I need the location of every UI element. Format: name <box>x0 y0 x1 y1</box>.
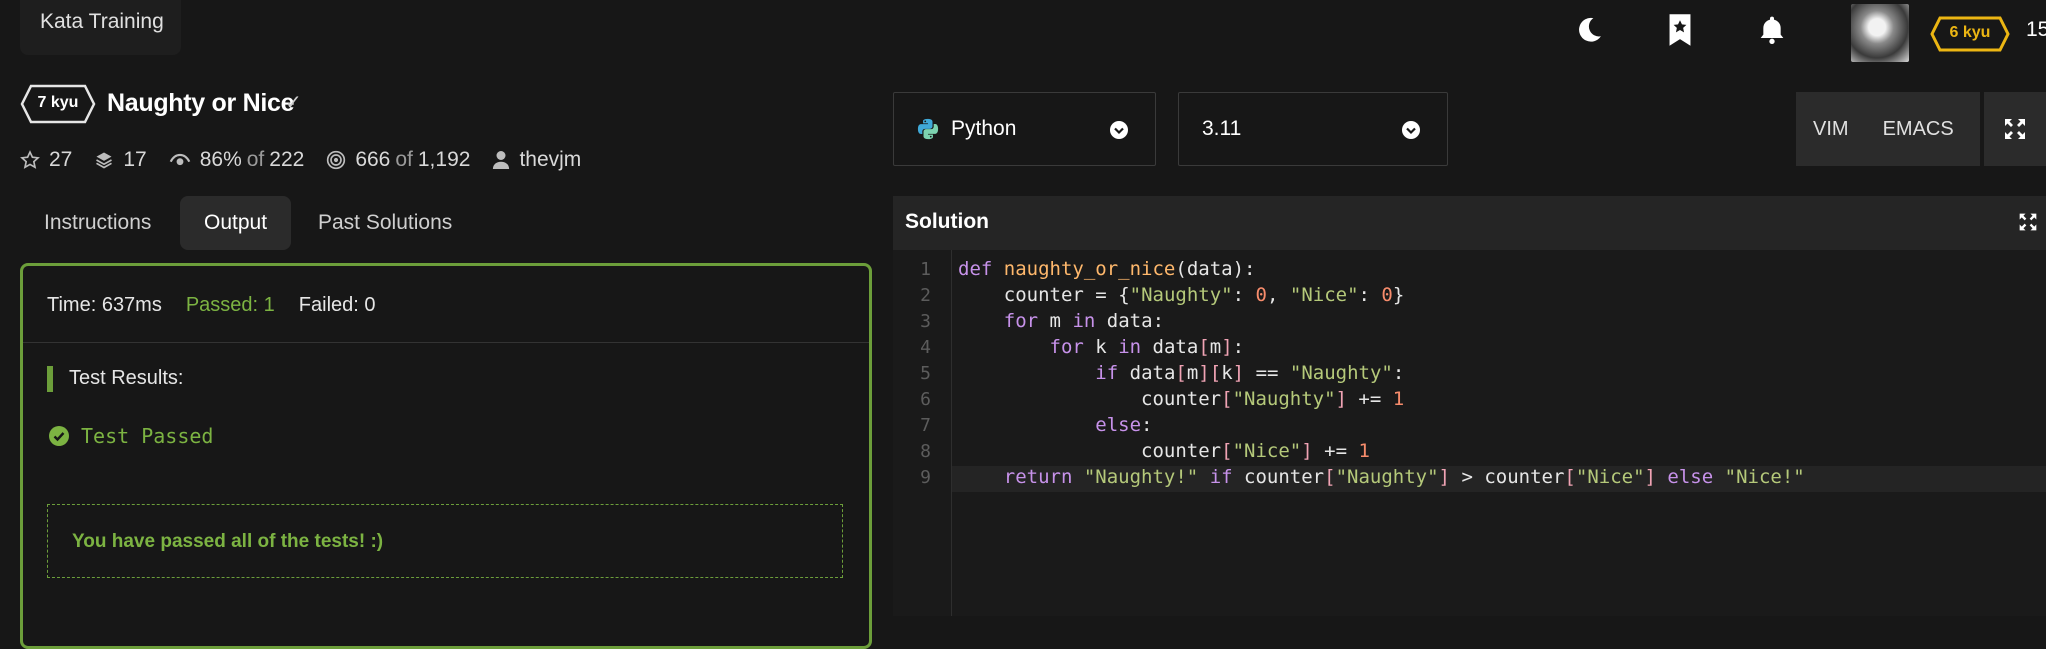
version-value: 3.11 <box>1202 117 1242 140</box>
line-number: 9 <box>920 467 931 488</box>
bookmark-star-icon[interactable] <box>1660 10 1700 50</box>
satisfaction-total: 222 <box>269 148 305 171</box>
line-number: 7 <box>920 415 931 436</box>
tab-output-label: Output <box>204 211 268 234</box>
failed-count: Failed: 0 <box>298 294 376 316</box>
summary-divider <box>23 342 869 343</box>
tab-instructions[interactable]: Instructions <box>20 196 175 250</box>
kata-rank-text: 7 kyu <box>37 94 79 111</box>
test-summary: Time: 637ms Passed: 1 Failed: 0 <box>47 294 400 317</box>
check-circle-icon <box>49 426 69 446</box>
language-select[interactable]: Python <box>893 92 1156 166</box>
code-line: return "Naughty!" if counter["Naughty"] … <box>1003 466 1805 488</box>
all-passed-box: You have passed all of the tests! :) <box>47 504 843 578</box>
code-line: for k in data[m]: <box>1049 336 1245 358</box>
line-number: 5 <box>920 363 931 384</box>
line-number: 6 <box>920 389 931 410</box>
time-text: Time: 637ms <box>47 294 162 316</box>
line-number: 8 <box>920 441 931 462</box>
satisfaction-stat: 86% of 222 <box>169 148 305 172</box>
code-line: def naughty_or_nice(data): <box>958 258 1256 280</box>
fullscreen-button[interactable] <box>1984 92 2046 166</box>
user-rank-text: 6 kyu <box>1949 24 1991 41</box>
editor-mode-toggle: VIM EMACS <box>1796 92 1980 166</box>
code-line: counter["Nice"] += 1 <box>1141 440 1370 462</box>
moon-icon[interactable] <box>1569 10 1609 50</box>
emacs-button[interactable]: EMACS <box>1866 118 1971 141</box>
test-passed-text: Test Passed <box>81 424 214 448</box>
stars-count: 27 <box>49 148 73 171</box>
code-line: else: <box>1095 414 1153 436</box>
code-line: if data[m][k] == "Naughty": <box>1095 362 1405 384</box>
kata-rank-badge: 7 kyu <box>20 84 96 124</box>
satisfaction-pct: 86% <box>199 148 242 171</box>
stars-stat[interactable]: 27 <box>20 148 72 172</box>
test-passed-row: Test Passed <box>49 424 213 448</box>
test-results-heading: Test Results: <box>69 367 184 389</box>
passed-count: Passed: 1 <box>185 294 275 316</box>
completed-of: of <box>395 148 413 171</box>
language-value: Python <box>951 117 1017 140</box>
all-passed-message: You have passed all of the tests! :) <box>72 531 384 552</box>
code-editor[interactable]: 1 2 3 4 5 6 7 8 9 def naughty_or_nice(da… <box>893 250 2046 616</box>
honor-score: 15 <box>2026 18 2046 41</box>
tab-output[interactable]: Output <box>180 196 292 250</box>
completed-stat: 666 of 1,192 <box>326 148 470 172</box>
line-number: 1 <box>920 259 931 280</box>
expand-icon[interactable] <box>2018 212 2038 232</box>
user-icon <box>493 151 510 169</box>
code-line: for m in data: <box>1003 310 1165 332</box>
code-line: counter["Naughty"] += 1 <box>1141 388 1405 410</box>
author-name: thevjm <box>519 148 582 171</box>
output-panel: Time: 637ms Passed: 1 Failed: 0 Test Res… <box>20 263 872 649</box>
author-stat[interactable]: thevjm <box>492 148 581 172</box>
user-rank-badge[interactable]: 6 kyu <box>1930 16 2010 52</box>
completed-count: 666 <box>355 148 391 171</box>
line-number-gutter: 1 2 3 4 5 6 7 8 9 <box>893 250 952 616</box>
results-accent-bar <box>47 366 53 392</box>
solution-header: Solution <box>893 196 2046 250</box>
version-select[interactable]: 3.11 <box>1178 92 1448 166</box>
completed-total: 1,192 <box>417 148 471 171</box>
chevron-down-icon <box>1110 121 1128 139</box>
bell-icon[interactable] <box>1752 10 1792 50</box>
collections-count: 17 <box>123 148 147 171</box>
code-line: counter = {"Naughty": 0, "Nice": 0} <box>1003 284 1405 306</box>
line-number: 2 <box>920 285 931 306</box>
user-avatar[interactable] <box>1851 4 1909 62</box>
chevron-down-icon <box>1402 121 1420 139</box>
completed-check-icon: ✓ <box>285 92 302 114</box>
kata-training-tab[interactable]: Kata Training <box>20 0 181 55</box>
collections-stat[interactable]: 17 <box>94 148 147 172</box>
satisfaction-of: of <box>246 148 265 171</box>
tab-instructions-label: Instructions <box>44 211 152 234</box>
tab-past-solutions[interactable]: Past Solutions <box>294 196 476 250</box>
line-number: 3 <box>920 311 931 332</box>
expand-icon <box>2005 119 2025 139</box>
tab-past-solutions-label: Past Solutions <box>318 211 453 234</box>
kata-training-label: Kata Training <box>40 10 164 33</box>
layers-icon <box>96 152 113 169</box>
star-icon <box>20 150 40 169</box>
vim-button[interactable]: VIM <box>1796 118 1866 141</box>
eye-icon <box>169 153 190 166</box>
python-icon <box>917 118 939 140</box>
kata-title: Naughty or Nice <box>107 89 295 117</box>
line-number: 4 <box>920 337 931 358</box>
kata-stats: 27 17 86% of 222 666 of 1,192 thevjm <box>20 148 603 172</box>
solution-label: Solution <box>905 210 989 233</box>
target-icon <box>327 150 346 170</box>
